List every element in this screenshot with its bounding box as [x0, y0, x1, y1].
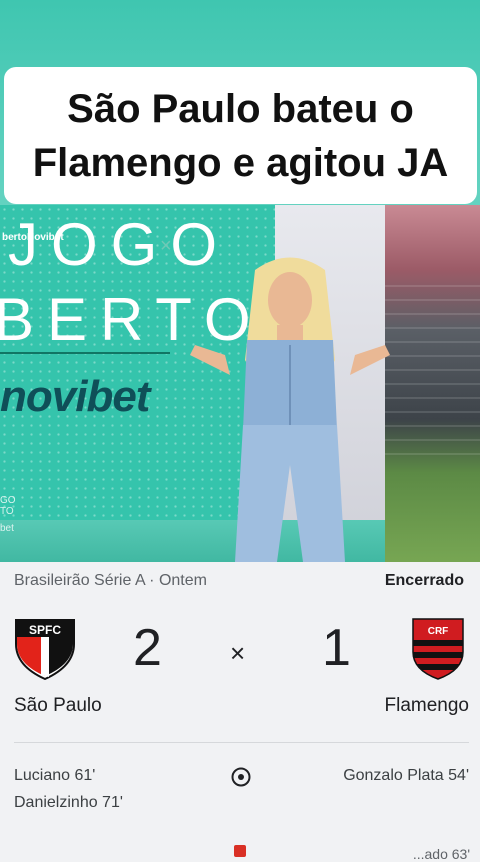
soccer-ball-icon — [231, 767, 251, 787]
sao-paulo-crest-icon[interactable]: SPFC — [14, 618, 76, 680]
brand-x: × — [160, 235, 172, 257]
card-divider — [14, 742, 469, 743]
red-card-icon — [234, 845, 246, 857]
away-team-name[interactable]: Flamengo — [385, 695, 470, 717]
small-brand-line-2: TO — [0, 506, 14, 517]
card-event-partial: ...ado 63' — [412, 846, 470, 862]
score-separator: × — [230, 638, 246, 668]
stadium-stands — [385, 285, 480, 455]
away-score: 1 — [322, 619, 351, 677]
presenter-figure — [190, 257, 390, 562]
home-goal-2: Danielzinho 71' — [14, 794, 123, 811]
video-frame[interactable]: bertoNovibet JOGO × BERTO novibet GO TO … — [0, 0, 480, 562]
caption-text: São Paulo bateu o Flamengo e agitou JA — [32, 86, 449, 185]
small-brand: GO TO bet — [0, 495, 16, 534]
away-goal-1: Gonzalo Plata 54' — [343, 767, 469, 784]
brand-divider — [0, 352, 170, 354]
competition-label[interactable]: Brasileirão Série A · Ontem — [14, 572, 207, 590]
video-caption: São Paulo bateu o Flamengo e agitou JA — [4, 67, 477, 204]
small-brand-line-3: bet — [0, 523, 14, 534]
match-status: Encerrado — [384, 572, 464, 589]
home-score: 2 — [133, 619, 162, 677]
sao-paulo-crest-text: SPFC — [29, 623, 61, 637]
flamengo-crest-icon[interactable]: CRF — [412, 618, 464, 680]
home-team-name[interactable]: São Paulo — [14, 695, 102, 717]
sponsor-logo: novibet — [0, 372, 150, 421]
home-goal-1: Luciano 61' — [14, 767, 96, 784]
flamengo-crest-text: CRF — [428, 626, 449, 637]
small-brand-line-1: GO — [0, 495, 16, 506]
